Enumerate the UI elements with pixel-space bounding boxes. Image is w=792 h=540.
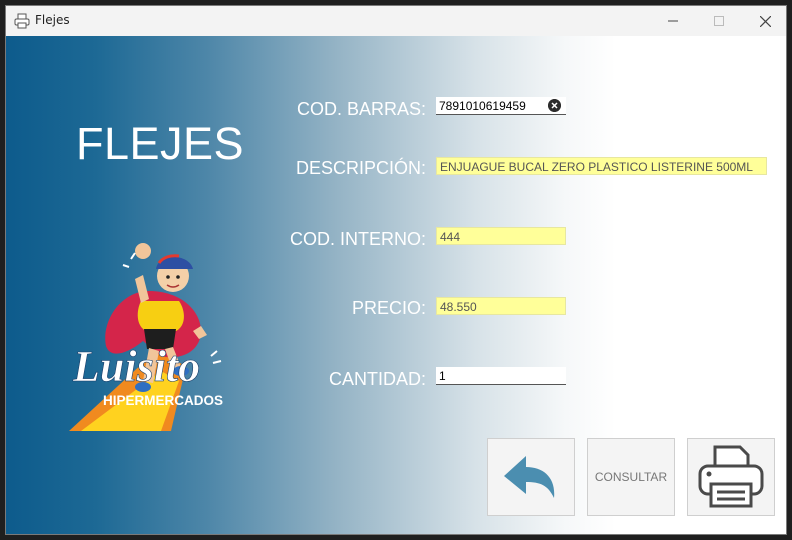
logo-tagline: HIPERMERCADOS <box>103 393 223 408</box>
printer-app-icon <box>14 13 30 29</box>
barcode-value: 7891010619459 <box>439 99 526 113</box>
window-title: Flejes <box>35 13 70 27</box>
back-button[interactable] <box>487 438 575 516</box>
minimize-button[interactable] <box>650 6 696 36</box>
quantity-input[interactable]: 1 <box>436 367 566 385</box>
main-panel: FLEJES Luisito HIPERMERCADOS COD. BARRAS… <box>6 36 786 534</box>
quantity-label: CANTIDAD: <box>328 369 426 389</box>
print-button[interactable] <box>687 438 775 516</box>
logo-script-text: Luisito <box>72 342 200 391</box>
price-field[interactable]: 48.550 <box>436 297 566 315</box>
query-button-label: CONSULTAR <box>594 470 668 484</box>
maximize-button[interactable] <box>696 6 742 36</box>
barcode-input[interactable]: 7891010619459 <box>436 97 566 115</box>
close-icon <box>759 15 771 27</box>
title-bar: Flejes <box>6 6 786 36</box>
description-label: DESCRIPCIÓN: <box>295 158 426 178</box>
app-window: Flejes FLEJES Luisito HIPERMERCADOS COD.… <box>5 5 787 535</box>
minimize-icon <box>668 20 678 22</box>
internal-code-field[interactable]: 444 <box>436 227 566 245</box>
barcode-label: COD. BARRAS: <box>296 99 426 119</box>
luisito-logo: Luisito HIPERMERCADOS <box>69 243 223 431</box>
query-button[interactable]: CONSULTAR <box>587 438 675 516</box>
description-field[interactable]: ENJUAGUE BUCAL ZERO PLASTICO LISTERINE 5… <box>436 157 767 175</box>
close-button[interactable] <box>742 6 786 36</box>
printer-icon <box>698 445 764 508</box>
clear-icon[interactable] <box>548 99 561 112</box>
back-arrow-icon <box>504 456 555 498</box>
maximize-icon <box>714 16 724 26</box>
price-label: PRECIO: <box>351 298 426 318</box>
internal-code-label: COD. INTERNO: <box>289 229 426 249</box>
